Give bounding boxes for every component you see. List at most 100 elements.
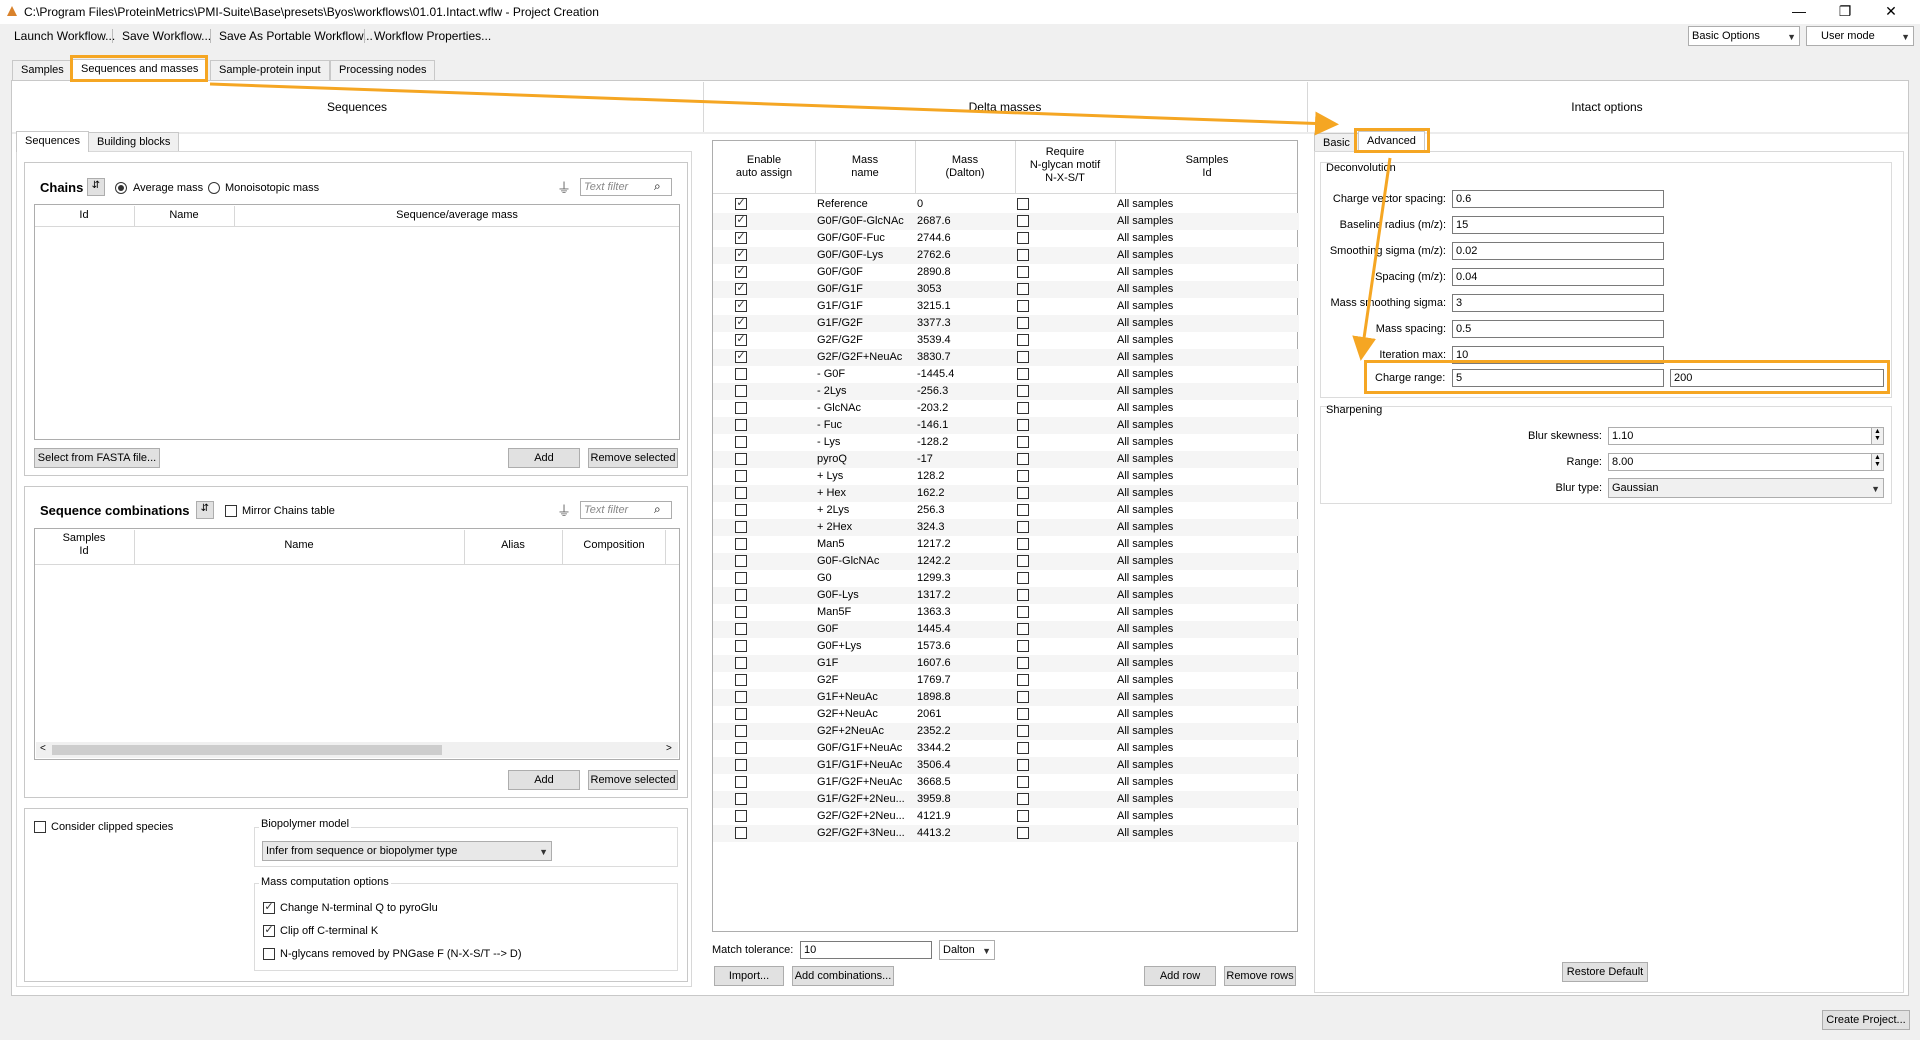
glycan-motif-checkbox[interactable] bbox=[1017, 419, 1029, 431]
import-button[interactable]: Import... bbox=[714, 966, 784, 986]
table-row[interactable]: G2F/G2F+2Neu... 4121.9 All samples bbox=[713, 808, 1299, 825]
scrollbar-thumb[interactable] bbox=[52, 745, 442, 755]
table-row[interactable]: - 2Lys -256.3 All samples bbox=[713, 383, 1299, 400]
tab-building-blocks[interactable]: Building blocks bbox=[88, 132, 180, 152]
table-row[interactable]: G2F 1769.7 All samples bbox=[713, 672, 1299, 689]
glycan-motif-checkbox[interactable] bbox=[1017, 555, 1029, 567]
tab-sample-protein-input[interactable]: Sample-protein input bbox=[210, 60, 330, 80]
enable-auto-assign-checkbox[interactable] bbox=[735, 776, 747, 788]
table-row[interactable]: G0F/G0F 2890.8 All samples bbox=[713, 264, 1299, 281]
combinations-remove-button[interactable]: Remove selected bbox=[588, 770, 678, 790]
tab-sequences-and-masses[interactable]: Sequences and masses bbox=[72, 59, 208, 80]
table-row[interactable]: G0F/G0F-Lys 2762.6 All samples bbox=[713, 247, 1299, 264]
horizontal-scrollbar[interactable]: < > bbox=[36, 742, 678, 758]
enable-auto-assign-checkbox[interactable] bbox=[735, 470, 747, 482]
glycan-motif-checkbox[interactable] bbox=[1017, 317, 1029, 329]
glycan-motif-checkbox[interactable] bbox=[1017, 334, 1029, 346]
enable-auto-assign-checkbox[interactable] bbox=[735, 283, 747, 295]
glycan-motif-checkbox[interactable] bbox=[1017, 402, 1029, 414]
biopolymer-select[interactable]: Infer from sequence or biopolymer type ▼ bbox=[262, 841, 552, 861]
glycan-motif-checkbox[interactable] bbox=[1017, 351, 1029, 363]
glycan-motif-checkbox[interactable] bbox=[1017, 215, 1029, 227]
glycan-motif-checkbox[interactable] bbox=[1017, 657, 1029, 669]
spin-arrows-icon[interactable]: ▲ ▼ bbox=[1871, 454, 1883, 470]
glycan-motif-checkbox[interactable] bbox=[1017, 232, 1029, 244]
table-row[interactable]: - GlcNAc -203.2 All samples bbox=[713, 400, 1299, 417]
monoisotopic-mass-radio[interactable] bbox=[208, 182, 220, 194]
deconvolution-field-input[interactable]: 3 bbox=[1452, 294, 1664, 312]
glycan-motif-checkbox[interactable] bbox=[1017, 606, 1029, 618]
enable-auto-assign-checkbox[interactable] bbox=[735, 504, 747, 516]
table-row[interactable]: + 2Hex 324.3 All samples bbox=[713, 519, 1299, 536]
glycan-motif-checkbox[interactable] bbox=[1017, 385, 1029, 397]
table-row[interactable]: G0F 1445.4 All samples bbox=[713, 621, 1299, 638]
table-row[interactable]: G1F/G2F+2Neu... 3959.8 All samples bbox=[713, 791, 1299, 808]
enable-auto-assign-checkbox[interactable] bbox=[735, 555, 747, 567]
glycan-motif-checkbox[interactable] bbox=[1017, 623, 1029, 635]
enable-auto-assign-checkbox[interactable] bbox=[735, 334, 747, 346]
enable-auto-assign-checkbox[interactable] bbox=[735, 351, 747, 363]
chains-add-button[interactable]: Add bbox=[508, 448, 580, 468]
enable-auto-assign-checkbox[interactable] bbox=[735, 589, 747, 601]
pngase-checkbox[interactable] bbox=[263, 948, 275, 960]
table-row[interactable]: + Hex 162.2 All samples bbox=[713, 485, 1299, 502]
table-row[interactable]: G0F/G0F-GlcNAc 2687.6 All samples bbox=[713, 213, 1299, 230]
enable-auto-assign-checkbox[interactable] bbox=[735, 657, 747, 669]
glycan-motif-checkbox[interactable] bbox=[1017, 283, 1029, 295]
glycan-motif-checkbox[interactable] bbox=[1017, 249, 1029, 261]
clipped-species-checkbox[interactable] bbox=[34, 821, 46, 833]
restore-default-button[interactable]: Restore Default bbox=[1562, 962, 1648, 982]
glycan-motif-checkbox[interactable] bbox=[1017, 725, 1029, 737]
chains-remove-button[interactable]: Remove selected bbox=[588, 448, 678, 468]
table-row[interactable]: G0F/G1F 3053 All samples bbox=[713, 281, 1299, 298]
table-row[interactable]: G1F 1607.6 All samples bbox=[713, 655, 1299, 672]
enable-auto-assign-checkbox[interactable] bbox=[735, 572, 747, 584]
glycan-motif-checkbox[interactable] bbox=[1017, 827, 1029, 839]
range-spinbox[interactable]: 8.00 ▲ ▼ bbox=[1608, 453, 1884, 471]
enable-auto-assign-checkbox[interactable] bbox=[735, 368, 747, 380]
table-row[interactable]: G0F-GlcNAc 1242.2 All samples bbox=[713, 553, 1299, 570]
enable-auto-assign-checkbox[interactable] bbox=[735, 385, 747, 397]
tab-advanced[interactable]: Advanced bbox=[1358, 131, 1425, 152]
enable-auto-assign-checkbox[interactable] bbox=[735, 691, 747, 703]
combinations-info-icon[interactable]: ⇵ bbox=[196, 501, 214, 519]
table-row[interactable]: G2F/G2F 3539.4 All samples bbox=[713, 332, 1299, 349]
table-row[interactable]: G0F/G0F-Fuc 2744.6 All samples bbox=[713, 230, 1299, 247]
enable-auto-assign-checkbox[interactable] bbox=[735, 674, 747, 686]
save-portable-workflow-menu[interactable]: Save As Portable Workflow... bbox=[219, 29, 373, 43]
enable-auto-assign-checkbox[interactable] bbox=[735, 266, 747, 278]
launch-workflow-menu[interactable]: Launch Workflow... bbox=[14, 29, 115, 43]
table-row[interactable]: G2F/G2F+3Neu... 4413.2 All samples bbox=[713, 825, 1299, 842]
enable-auto-assign-checkbox[interactable] bbox=[735, 606, 747, 618]
minimize-button[interactable]: — bbox=[1776, 0, 1822, 24]
enable-auto-assign-checkbox[interactable] bbox=[735, 453, 747, 465]
close-button[interactable]: ✕ bbox=[1868, 0, 1914, 24]
user-mode-select[interactable]: User mode ▼ bbox=[1806, 26, 1914, 46]
enable-auto-assign-checkbox[interactable] bbox=[735, 538, 747, 550]
glycan-motif-checkbox[interactable] bbox=[1017, 674, 1029, 686]
enable-auto-assign-checkbox[interactable] bbox=[735, 487, 747, 499]
enable-auto-assign-checkbox[interactable] bbox=[735, 810, 747, 822]
enable-auto-assign-checkbox[interactable] bbox=[735, 521, 747, 533]
tolerance-unit-select[interactable]: Dalton ▼ bbox=[939, 940, 995, 960]
glycan-motif-checkbox[interactable] bbox=[1017, 742, 1029, 754]
table-row[interactable]: - Fuc -146.1 All samples bbox=[713, 417, 1299, 434]
remove-rows-button[interactable]: Remove rows bbox=[1224, 966, 1296, 986]
table-row[interactable]: - Lys -128.2 All samples bbox=[713, 434, 1299, 451]
table-row[interactable]: G2F+NeuAc 2061 All samples bbox=[713, 706, 1299, 723]
pyroglu-checkbox[interactable] bbox=[263, 902, 275, 914]
delta-masses-table[interactable]: Enable auto assign Mass name Mass (Dalto… bbox=[712, 140, 1299, 932]
glycan-motif-checkbox[interactable] bbox=[1017, 708, 1029, 720]
glycan-motif-checkbox[interactable] bbox=[1017, 538, 1029, 550]
glycan-motif-checkbox[interactable] bbox=[1017, 470, 1029, 482]
glycan-motif-checkbox[interactable] bbox=[1017, 793, 1029, 805]
glycan-motif-checkbox[interactable] bbox=[1017, 776, 1029, 788]
mirror-chains-checkbox[interactable] bbox=[225, 505, 237, 517]
enable-auto-assign-checkbox[interactable] bbox=[735, 708, 747, 720]
table-row[interactable]: G1F/G1F+NeuAc 3506.4 All samples bbox=[713, 757, 1299, 774]
enable-auto-assign-checkbox[interactable] bbox=[735, 300, 747, 312]
deconvolution-field-input[interactable]: 0.04 bbox=[1452, 268, 1664, 286]
average-mass-radio[interactable] bbox=[115, 182, 127, 194]
glycan-motif-checkbox[interactable] bbox=[1017, 266, 1029, 278]
deconvolution-field-input[interactable]: 0.02 bbox=[1452, 242, 1664, 260]
